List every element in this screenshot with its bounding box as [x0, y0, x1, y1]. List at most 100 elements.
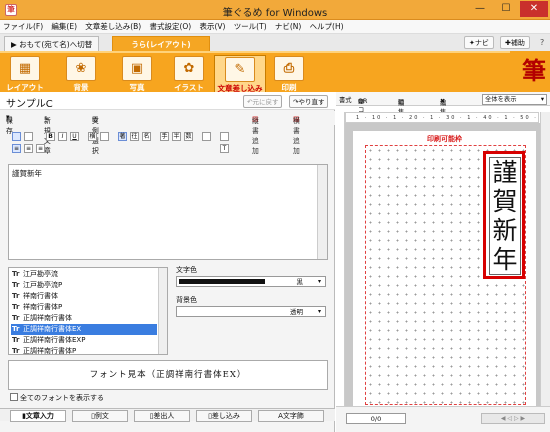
text-scrollbar[interactable]	[317, 165, 327, 259]
menu-format[interactable]: 書式設定(O)	[146, 20, 194, 33]
menu-view[interactable]: 表示(V)	[196, 20, 228, 33]
format-box-icon-2[interactable]	[24, 132, 33, 141]
ruby-button[interactable]: 往	[130, 132, 139, 141]
undo-button[interactable]: ↶元に戻す	[243, 95, 283, 108]
font-list-item[interactable]: Tr 江戸勘亭流P	[11, 280, 157, 291]
truetype-icon: Tr	[12, 281, 20, 289]
layout-icon: ▦	[10, 56, 40, 81]
truetype-icon: Tr	[12, 270, 20, 278]
text-insert-icon: ✎	[225, 57, 255, 82]
page-navigation[interactable]: ◀ ◁ ▷ ▶	[481, 413, 545, 424]
menu-file[interactable]: ファイル(F)	[0, 20, 46, 33]
font-list-item[interactable]: Tr 江戸勘亭流	[11, 269, 157, 280]
text-edit-panel: サンプルC ↶元に戻す ↷やり直す ▤ 保存 ▾ ✎ 新規文章 ▥ 文例選択 ▤ 縦書追加…	[0, 92, 335, 432]
ribbon-text-insert-button[interactable]: ✎ 文章差し込み	[214, 55, 266, 93]
format-box-icon-3[interactable]	[100, 132, 109, 141]
color-swatch	[179, 279, 265, 284]
ribbon-layout-button[interactable]: ▦ レイアウト	[4, 55, 46, 93]
switch-to-address-tab[interactable]: ▶ おもて(宛て名)へ切替	[4, 36, 100, 51]
illustration-icon: ✿	[174, 56, 204, 81]
font-list[interactable]: Tr 江戸勘亭流 Tr 江戸勘亭流P Tr 祥南行書体 Tr 祥南行書体P Tr 正調祥南…	[8, 267, 168, 355]
display-mode-select[interactable]: 全体を表示 ▾	[482, 94, 547, 105]
canvas-status-bar: 0/0 ◀ ◁ ▷ ▶	[336, 406, 550, 432]
font-list-item[interactable]: Tr 祥南行書体P	[11, 302, 157, 313]
menu-help[interactable]: ヘルプ(H)	[307, 20, 347, 33]
font-list-scrollbar[interactable]	[158, 268, 167, 354]
canvas-scrollbar[interactable]	[540, 112, 550, 406]
half-button[interactable]: 半	[172, 132, 181, 141]
assist-button[interactable]: ✚補助	[500, 36, 530, 49]
bg-color-label: 背景色	[176, 296, 197, 304]
chevron-down-icon: ▾	[540, 96, 544, 103]
bold-button[interactable]: B	[46, 132, 55, 141]
close-button[interactable]: ✕	[520, 1, 548, 17]
font-list-item[interactable]: Tr 祥南行書体	[11, 291, 157, 302]
save-button[interactable]: ▤ 保存 ▾	[6, 113, 13, 135]
canvas-area: 印刷可能枠 謹賀新年	[345, 123, 540, 411]
text-color-select[interactable]: 黒 ▾	[176, 276, 326, 287]
tab-text-decoration[interactable]: A文字飾	[258, 410, 324, 422]
format-box-icon-5[interactable]	[220, 132, 229, 141]
align-right-icon[interactable]: ≡	[36, 144, 45, 153]
italic-button[interactable]: I	[58, 132, 67, 141]
minimize-button[interactable]: —	[468, 1, 492, 17]
format-toolbar: B I U 横 著 往 名 手 半 数 ≡ ≡ ≡ T	[8, 132, 328, 164]
selected-text-frame[interactable]: 謹賀新年	[483, 151, 525, 279]
font-list-item[interactable]: Tr 正調祥南行書体EXP	[11, 335, 157, 346]
background-icon: ❀	[66, 56, 96, 81]
font-list-item[interactable]: Tr 正調祥南行書体P	[11, 346, 157, 355]
menu-tools[interactable]: ツール(T)	[231, 20, 270, 33]
show-all-fonts-checkbox[interactable]: 全てのフォントを表示する	[10, 393, 104, 403]
menu-edit[interactable]: 編集(E)	[48, 20, 80, 33]
truetype-icon: Tr	[12, 303, 20, 311]
layout-tab[interactable]: うら(レイアウト)	[112, 36, 210, 51]
underline-button[interactable]: U	[70, 132, 79, 141]
font-preview: フォント見本（正調祥南行書体EX）	[8, 360, 328, 390]
ribbon-illustration-button[interactable]: ✿ イラスト	[168, 55, 210, 93]
truetype-icon: Tr	[12, 347, 20, 355]
format-box-icon-1[interactable]	[12, 132, 21, 141]
page-indicator: 0/0	[346, 413, 406, 424]
chevron-down-icon: ▾	[317, 308, 321, 315]
text-frame-icon[interactable]: T	[220, 144, 229, 153]
navi-button[interactable]: ✦ナビ	[464, 36, 494, 49]
font-list-item[interactable]: Tr 正調祥南行書体	[11, 313, 157, 324]
panel-title: サンプルC	[6, 99, 53, 110]
format-box-icon-4[interactable]	[202, 132, 211, 141]
align-left-icon[interactable]: ≡	[12, 144, 21, 153]
ribbon-toolbar: ▦ レイアウト ❀ 背景 ▣ 写真 ✿ イラスト ✎ 文章差し込み ⎙ 印刷	[0, 51, 550, 93]
printable-area-label: 印刷可能枠	[427, 135, 462, 143]
truetype-icon: Tr	[12, 292, 20, 300]
hand-button[interactable]: 手	[160, 132, 169, 141]
menu-navi[interactable]: ナビ(N)	[272, 20, 304, 33]
tab-examples[interactable]: ▯例文	[72, 410, 128, 422]
title-bar: 筆 筆ぐるめ for Windows — ☐ ✕	[0, 0, 550, 20]
text-input-area[interactable]: 謹賀新年	[8, 164, 328, 260]
menu-text-insert[interactable]: 文章差し込み(B)	[82, 20, 144, 33]
chevron-down-icon: ▾	[317, 278, 321, 285]
align-center-icon[interactable]: ≡	[24, 144, 33, 153]
vertical-text-button[interactable]: 著	[118, 132, 127, 141]
number-button[interactable]: 数	[184, 132, 193, 141]
ribbon-photo-button[interactable]: ▣ 写真	[116, 55, 158, 93]
redo-button[interactable]: ↷やり直す	[289, 95, 329, 108]
help-icon[interactable]: ?	[540, 38, 544, 47]
photo-icon: ▣	[122, 56, 152, 81]
card-text[interactable]: 謹賀新年	[489, 157, 521, 275]
tab-sender[interactable]: ▯差出人	[134, 410, 190, 422]
tab-text-input[interactable]: ▮文章入力	[10, 410, 66, 422]
name-button[interactable]: 名	[142, 132, 151, 141]
text-input-content: 謹賀新年	[12, 169, 42, 178]
tab-insert[interactable]: ▯差し込み	[196, 410, 252, 422]
checkbox-icon	[10, 393, 18, 401]
panel-header: サンプルC ↶元に戻す ↷やり直す	[0, 92, 335, 110]
bg-color-select[interactable]: 透明 ▾	[176, 306, 326, 317]
font-list-item-selected[interactable]: Tr 正調祥南行書体EX	[11, 324, 157, 335]
text-color-label: 文字色	[176, 266, 197, 274]
ribbon-background-button[interactable]: ❀ 背景	[60, 55, 102, 93]
truetype-icon: Tr	[12, 336, 20, 344]
format-button[interactable]: 書式	[339, 95, 352, 104]
horizontal-text-button[interactable]: 横	[88, 132, 97, 141]
ribbon-print-button[interactable]: ⎙ 印刷	[268, 55, 310, 93]
maximize-button[interactable]: ☐	[494, 1, 518, 17]
